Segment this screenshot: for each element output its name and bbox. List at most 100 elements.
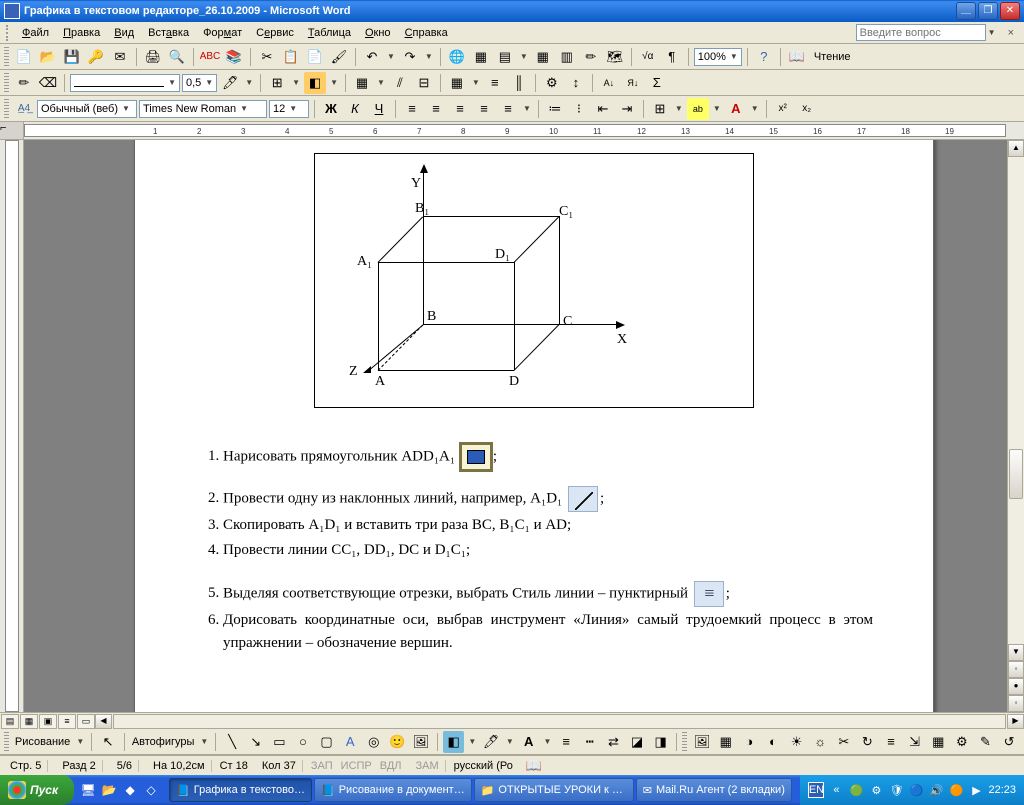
insert-table2-button[interactable]: ▦ <box>351 72 373 94</box>
underline-button[interactable]: Ч <box>368 98 390 120</box>
font-combo[interactable]: Times New Roman▼ <box>139 100 267 118</box>
dash-style-button[interactable]: ┅ <box>579 731 601 753</box>
line-style-button[interactable]: ≡ <box>555 731 577 753</box>
text-direction-button[interactable]: ↕ <box>565 72 587 94</box>
paste-button[interactable]: 📄 <box>304 46 326 68</box>
close-button[interactable]: ✕ <box>1000 2 1020 20</box>
ask-question-input[interactable] <box>856 24 986 41</box>
distribute-cols-button[interactable]: ║ <box>508 72 530 94</box>
mail-button[interactable]: ✉ <box>109 46 131 68</box>
reading-label[interactable]: Чтение <box>810 51 855 63</box>
align-right-button[interactable]: ≡ <box>449 98 471 120</box>
tray-shield-icon[interactable]: 🛡 <box>888 782 904 798</box>
crop-button[interactable]: ✂ <box>833 731 855 753</box>
zoom-combo[interactable]: 100%▼ <box>694 48 742 66</box>
research-button[interactable]: 📚 <box>223 46 245 68</box>
autosum-button[interactable]: Σ <box>646 72 668 94</box>
sort-asc-button[interactable]: А↓ <box>598 72 620 94</box>
undo-dropdown[interactable]: ▼ <box>385 52 397 61</box>
fill-color-button[interactable]: ◧ <box>443 731 465 753</box>
justify-button[interactable]: ≡ <box>473 98 495 120</box>
print-preview-button[interactable]: 🔍 <box>166 46 188 68</box>
distribute-rows-button[interactable]: ≡ <box>484 72 506 94</box>
menu-format[interactable]: Формат <box>196 25 249 41</box>
transparent-button[interactable]: ✎ <box>975 731 997 753</box>
menu-table[interactable]: Таблица <box>301 25 358 41</box>
permissions-button[interactable]: 🔑 <box>85 46 107 68</box>
wordart-button[interactable]: A <box>339 731 361 753</box>
open-button[interactable]: 📂 <box>37 46 59 68</box>
status-trk[interactable]: ИСПР <box>341 760 372 772</box>
wrap-button[interactable]: ▦ <box>927 731 949 753</box>
tray-icon[interactable]: ⚙ <box>868 782 884 798</box>
task-mailru[interactable]: ✉Mail.Ru Агент (2 вкладки) <box>636 778 792 802</box>
line-color-button[interactable]: 🖊 <box>480 731 502 753</box>
new-doc-button[interactable]: 📄 <box>13 46 35 68</box>
shading-dd[interactable]: ▼ <box>328 78 340 87</box>
save-button[interactable]: 💾 <box>61 46 83 68</box>
insert-table-button[interactable]: ▤ <box>494 46 516 68</box>
numbering-button[interactable]: ≔ <box>544 98 566 120</box>
print-view-button[interactable]: ▣ <box>39 714 57 729</box>
ql-app-icon[interactable]: ◆ <box>120 779 140 801</box>
redo-button[interactable]: ↷ <box>399 46 421 68</box>
more-contrast-button[interactable]: ◑ <box>739 731 761 753</box>
compress-button[interactable]: ⇲ <box>904 731 926 753</box>
line-weight-combo[interactable]: 0,5▼ <box>182 74 217 92</box>
line-style-combo[interactable]: ▼ <box>70 74 180 92</box>
show-marks-button[interactable]: ¶ <box>661 46 683 68</box>
oval-tool-button[interactable]: ○ <box>292 731 314 753</box>
web-view-button[interactable]: ▦ <box>20 714 38 729</box>
line-spacing-button[interactable]: ≡ <box>497 98 519 120</box>
fc2-dd[interactable]: ▼ <box>541 737 553 746</box>
reading-view-button[interactable]: ▭ <box>77 714 95 729</box>
more-bright-button[interactable]: ☀ <box>786 731 808 753</box>
color-mode-button[interactable]: ▦ <box>715 731 737 753</box>
arrow-style-button[interactable]: ⇄ <box>603 731 625 753</box>
line-style2-button[interactable]: ≡ <box>880 731 902 753</box>
menu-tools[interactable]: Сервис <box>249 25 301 41</box>
reset-pic-button[interactable]: ↺ <box>998 731 1020 753</box>
scroll-thumb[interactable] <box>1009 449 1023 499</box>
status-lang[interactable]: русский (Ро <box>454 760 513 772</box>
format-pic-button[interactable]: ⚙ <box>951 731 973 753</box>
diagram-button[interactable]: ◎ <box>363 731 385 753</box>
task-folder[interactable]: 📁ОТКРЫТЫЕ УРОКИ к ат… <box>474 778 634 802</box>
tray-icon[interactable]: ▶ <box>968 782 984 798</box>
draw-table-button[interactable]: ✏ <box>13 72 35 94</box>
outline-view-button[interactable]: ≡ <box>58 714 76 729</box>
restore-button[interactable]: ❐ <box>978 2 998 20</box>
table-dropdown[interactable]: ▼ <box>518 52 530 61</box>
dr-dd[interactable]: ▼ <box>74 737 86 746</box>
menu-help[interactable]: Справка <box>398 25 455 41</box>
prev-page-button[interactable]: ◦ <box>1008 661 1024 678</box>
rectangle-tool-button[interactable]: ▭ <box>269 731 291 753</box>
align-center-button[interactable]: ≡ <box>425 98 447 120</box>
italic-button[interactable]: К <box>344 98 366 120</box>
align-cells-button[interactable]: ▦ <box>446 72 468 94</box>
drawing-toolbar-button[interactable]: ✏ <box>580 46 602 68</box>
menu-file[interactable]: Файл <box>15 25 56 41</box>
subscript-button[interactable]: x₂ <box>796 98 818 120</box>
fc-dd[interactable]: ▼ <box>749 104 761 113</box>
tray-icon[interactable]: 🟢 <box>848 782 864 798</box>
horizontal-ruler[interactable]: ⌐ // rendered after data load below 1234… <box>0 122 1024 140</box>
hyperlink-button[interactable]: 🌐 <box>446 46 468 68</box>
split-cells-button[interactable]: ⊟ <box>413 72 435 94</box>
eraser-button[interactable]: ⌫ <box>37 72 59 94</box>
document-area[interactable]: Y X Z <box>24 140 1007 712</box>
line-tool-button[interactable]: ╲ <box>221 731 243 753</box>
b2-dd[interactable]: ▼ <box>673 104 685 113</box>
format-painter-button[interactable]: 🖌 <box>328 46 350 68</box>
styles-pane-button[interactable]: A̲4̲ <box>13 98 35 120</box>
scroll-down-button[interactable]: ▼ <box>1008 644 1024 661</box>
align-left-button[interactable]: ≡ <box>401 98 423 120</box>
ask-question-box[interactable] <box>856 24 986 41</box>
border-color-button[interactable]: 🖊 <box>219 72 241 94</box>
dec-indent-button[interactable]: ⇤ <box>592 98 614 120</box>
task-word-other[interactable]: 📘Рисование в документ… <box>314 778 472 802</box>
menu-view[interactable]: Вид <box>107 25 141 41</box>
scroll-left-button[interactable]: ◀ <box>95 714 112 729</box>
status-ext[interactable]: ВДЛ <box>380 760 402 772</box>
help-button[interactable]: ? <box>753 46 775 68</box>
